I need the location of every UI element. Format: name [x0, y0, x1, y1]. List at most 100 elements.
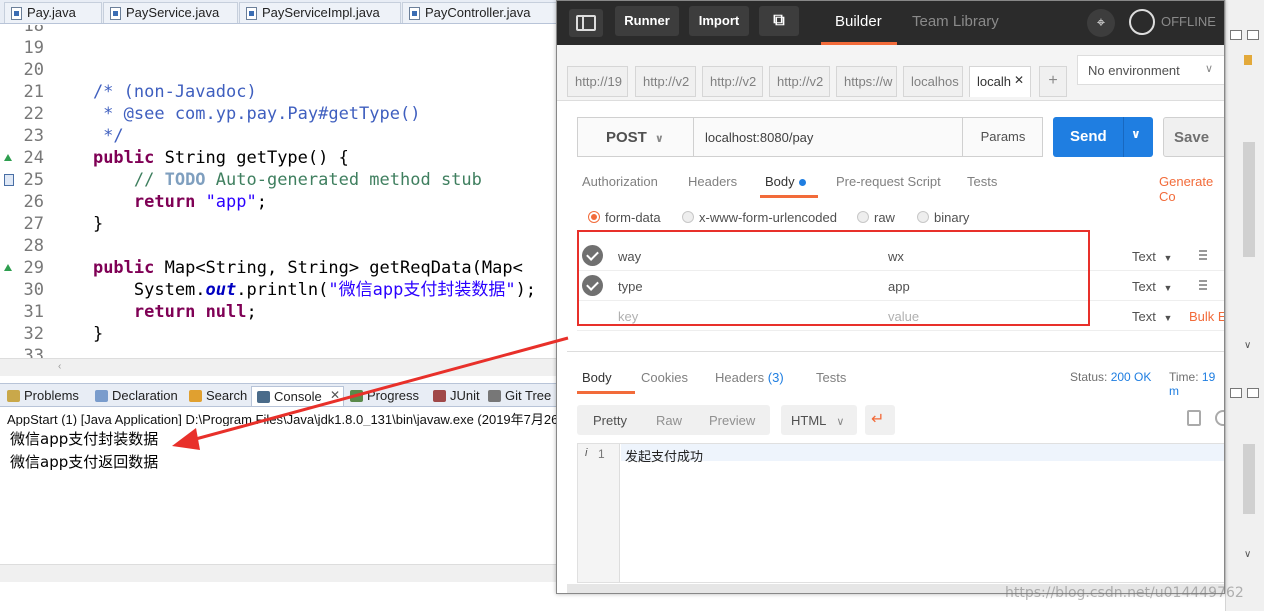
- sidebar-toggle-icon[interactable]: [569, 9, 603, 37]
- search-icon[interactable]: [1215, 410, 1224, 426]
- console-line: 微信app支付封装数据: [10, 430, 159, 448]
- problems-icon: [7, 390, 20, 402]
- progress-icon: [350, 390, 363, 402]
- type-select[interactable]: Text ▼: [1132, 279, 1172, 294]
- code-editor[interactable]: 18 19 20 21 /* (non-Javadoc) 22 * @see c…: [0, 25, 560, 358]
- close-icon[interactable]: ✕: [330, 388, 340, 402]
- url-input[interactable]: localhost:8080/pay: [705, 130, 813, 145]
- code-line: 29 public Map<String, String> getReqData…: [0, 257, 560, 279]
- vertical-scrollbar-thumb[interactable]: [1243, 142, 1255, 257]
- caret-down-icon: ▼: [1163, 253, 1173, 263]
- tab-progress[interactable]: Progress: [345, 386, 427, 406]
- tab-search[interactable]: Search: [184, 386, 250, 406]
- radio-x-www-form-urlencoded[interactable]: x-www-form-urlencoded: [682, 210, 837, 225]
- method-select[interactable]: POST ∨: [578, 118, 694, 156]
- new-window-button[interactable]: ⧉: [759, 6, 799, 36]
- radio-binary[interactable]: binary: [917, 210, 969, 225]
- tab-body[interactable]: Body: [765, 174, 806, 189]
- view-pretty-button[interactable]: Pretty: [593, 413, 627, 428]
- tab-git-tree[interactable]: Git Tree: [483, 386, 558, 406]
- tab-headers[interactable]: Headers: [688, 174, 737, 189]
- git-icon: [488, 390, 501, 402]
- request-tab[interactable]: localhos: [903, 66, 963, 97]
- tab-authorization[interactable]: Authorization: [582, 174, 658, 189]
- drag-handle-icon[interactable]: [1199, 250, 1207, 260]
- response-tab-tests[interactable]: Tests: [816, 370, 846, 385]
- code-line: 23 */: [23, 126, 124, 146]
- editor-horizontal-scrollbar[interactable]: ‹: [0, 358, 560, 376]
- radio-form-data[interactable]: form-data: [588, 210, 661, 225]
- type-select[interactable]: Text ▼: [1132, 249, 1172, 264]
- maximize-icon[interactable]: [1247, 30, 1259, 40]
- request-tab[interactable]: https://w: [836, 66, 897, 97]
- request-tab-bar: http://19 http://v2 http://v2 http://v2 …: [557, 45, 1224, 101]
- format-select[interactable]: HTML ∨: [781, 405, 857, 435]
- info-icon: i: [585, 447, 588, 459]
- request-tab[interactable]: http://v2: [635, 66, 696, 97]
- vertical-scrollbar-thumb[interactable]: [1243, 444, 1255, 514]
- chevron-down-icon[interactable]: ∨: [1244, 549, 1251, 560]
- console-horizontal-scrollbar[interactable]: [0, 564, 560, 582]
- request-url-bar: POST ∨ localhost:8080/pay Params: [577, 117, 1043, 157]
- chevron-down-icon[interactable]: ∨: [1131, 127, 1141, 141]
- code-line: 19: [23, 38, 44, 58]
- minimize-icon[interactable]: [1230, 388, 1242, 398]
- tab-payservice-java[interactable]: PayService.java: [103, 2, 238, 23]
- console-output[interactable]: 微信app支付封装数据 微信app支付返回数据: [0, 426, 560, 564]
- code-line: 33: [23, 346, 44, 358]
- sync-icon[interactable]: [1129, 9, 1155, 35]
- minimize-icon[interactable]: [1230, 30, 1242, 40]
- tab-paycontroller-java[interactable]: PayController.java: [402, 2, 558, 23]
- response-body-text: 发起支付成功: [625, 450, 704, 465]
- console-icon: [257, 391, 270, 403]
- response-body-viewer[interactable]: i 1 发起支付成功: [577, 443, 1224, 583]
- view-preview-button[interactable]: Preview: [709, 413, 755, 428]
- tab-team-library[interactable]: Team Library: [912, 13, 999, 30]
- view-mode-group: Pretty Raw Preview: [577, 405, 770, 435]
- radio-icon: [857, 211, 869, 223]
- tab-declaration[interactable]: Declaration: [90, 386, 182, 406]
- request-tab[interactable]: http://19: [567, 66, 628, 97]
- tab-junit[interactable]: JUnit: [428, 386, 482, 406]
- tab-pre-request-script[interactable]: Pre-request Script: [836, 174, 941, 189]
- maximize-icon[interactable]: [1247, 388, 1259, 398]
- drag-handle-icon[interactable]: [1199, 280, 1207, 290]
- type-select[interactable]: Text ▼: [1132, 309, 1172, 324]
- response-tab-body[interactable]: Body: [582, 370, 612, 385]
- tab-payserviceimpl-java[interactable]: PayServiceImpl.java: [239, 2, 401, 23]
- radio-raw[interactable]: raw: [857, 210, 895, 225]
- tab-tests[interactable]: Tests: [967, 174, 997, 189]
- chevron-down-icon: ∨: [836, 416, 845, 428]
- add-tab-button[interactable]: +: [1039, 66, 1067, 97]
- code-line: 31 return null;: [23, 302, 257, 322]
- declaration-icon: [95, 390, 108, 402]
- response-tab-cookies[interactable]: Cookies: [641, 370, 688, 385]
- view-raw-button[interactable]: Raw: [656, 413, 682, 428]
- code-line: 22 * @see com.yp.pay.Pay#getType(): [23, 104, 421, 124]
- tab-problems[interactable]: Problems: [2, 386, 88, 406]
- bulk-edit-link[interactable]: Bulk E: [1189, 309, 1224, 324]
- generate-code-link[interactable]: Generate Co: [1159, 174, 1224, 204]
- copy-icon[interactable]: [1187, 410, 1201, 426]
- request-tab[interactable]: http://v2: [769, 66, 830, 97]
- tab-builder[interactable]: Builder: [835, 13, 882, 30]
- close-icon[interactable]: ✕: [1014, 73, 1024, 87]
- send-button[interactable]: Send ∨: [1053, 117, 1153, 157]
- tab-console[interactable]: Console ✕: [251, 386, 344, 406]
- tab-pay-java[interactable]: Pay.java: [4, 2, 102, 23]
- import-button[interactable]: Import: [689, 6, 749, 36]
- request-tab-active[interactable]: localh ✕: [969, 66, 1031, 97]
- runner-button[interactable]: Runner: [615, 6, 679, 36]
- save-button[interactable]: Save: [1163, 117, 1224, 157]
- interceptor-icon[interactable]: ⌖: [1087, 9, 1115, 37]
- chevron-down-icon[interactable]: ∨: [1244, 340, 1251, 351]
- environment-select[interactable]: No environment ∨: [1077, 55, 1224, 85]
- request-tab[interactable]: http://v2: [702, 66, 763, 97]
- wrap-lines-button[interactable]: ↵: [865, 405, 895, 435]
- caret-down-icon: ▼: [1163, 283, 1173, 293]
- params-button[interactable]: Params: [962, 118, 1043, 156]
- eclipse-right-trim: ∨ ∨: [1225, 0, 1264, 611]
- response-tab-headers[interactable]: Headers (3): [715, 370, 784, 385]
- radio-selected-icon: [588, 211, 600, 223]
- scroll-left-icon[interactable]: ‹: [58, 361, 61, 372]
